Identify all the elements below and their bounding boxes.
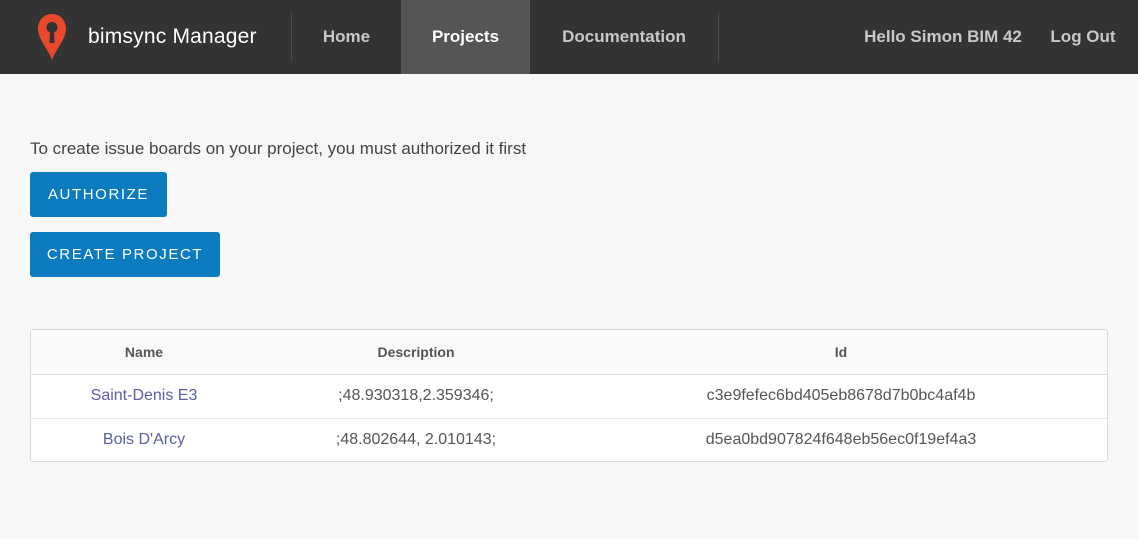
project-name-cell: Saint-Denis E3: [31, 374, 257, 419]
column-header-name: Name: [31, 330, 257, 375]
authorize-instruction: To create issue boards on your project, …: [30, 139, 527, 158]
column-header-description: Description: [257, 330, 575, 375]
brand-name: bimsync Manager: [88, 25, 257, 48]
project-link[interactable]: Bois D'Arcy: [103, 431, 185, 448]
project-id-cell: c3e9fefec6bd405eb8678d7b0bc4af4b: [575, 374, 1107, 419]
authorize-button[interactable]: AUTHORIZE: [30, 172, 167, 217]
table-row: Bois D'Arcy ;48.802644, 2.010143; d5ea0b…: [31, 418, 1107, 461]
project-description-cell: ;48.930318,2.359346;: [257, 374, 575, 419]
map-pin-icon: [36, 12, 68, 62]
user-greeting: Hello Simon BIM 42: [864, 27, 1022, 46]
top-navbar: bimsync Manager Home Projects Documentat…: [0, 0, 1138, 74]
table-header-row: Name Description Id: [31, 330, 1107, 375]
nav-home[interactable]: Home: [292, 0, 401, 74]
project-link[interactable]: Saint-Denis E3: [91, 387, 198, 404]
project-description-cell: ;48.802644, 2.010143;: [335, 431, 497, 449]
table-row: Saint-Denis E3 ;48.930318,2.359346; c3e9…: [31, 374, 1107, 419]
create-project-button[interactable]: CREATE PROJECT: [30, 232, 220, 277]
project-name-cell: Bois D'Arcy: [31, 418, 257, 461]
column-header-id: Id: [575, 330, 1107, 375]
project-id-cell: d5ea0bd907824f648eb56ec0f19ef4a3: [705, 431, 977, 449]
brand[interactable]: bimsync Manager: [0, 12, 292, 62]
nav-projects[interactable]: Projects: [401, 0, 530, 74]
nav-documentation[interactable]: Documentation: [530, 12, 719, 62]
logout-link[interactable]: Log Out: [1028, 0, 1138, 74]
projects-table: Name Description Id Saint-Denis E3 ;48.9…: [30, 329, 1108, 462]
